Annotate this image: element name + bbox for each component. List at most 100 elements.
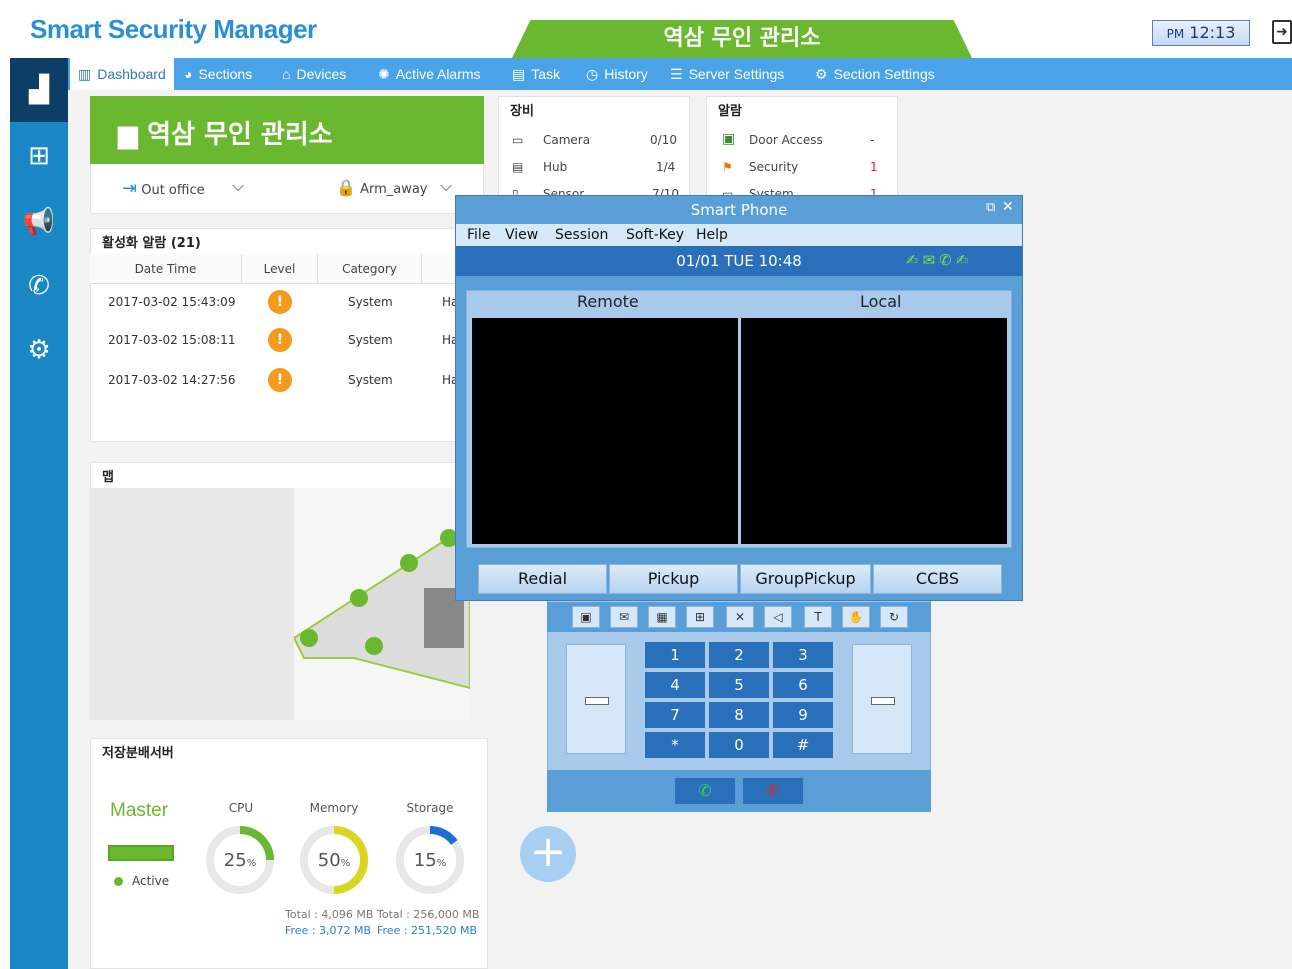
remote-video bbox=[472, 318, 738, 544]
key-1[interactable]: 1 bbox=[645, 642, 705, 668]
sidebar-phone-icon[interactable]: ✆ bbox=[10, 254, 68, 318]
key-hash[interactable]: # bbox=[773, 732, 833, 758]
key-0[interactable]: 0 bbox=[709, 732, 769, 758]
speaker-volume-slider[interactable] bbox=[852, 644, 912, 754]
equipment-title: 장비 bbox=[510, 104, 534, 119]
answer-call-icon[interactable]: ✆ bbox=[675, 778, 735, 804]
call-bar bbox=[547, 770, 931, 812]
chevron-down-icon[interactable]: ⌵ bbox=[232, 176, 244, 196]
mic-volume-slider[interactable] bbox=[566, 644, 626, 754]
camera-icon: ▭ bbox=[512, 133, 524, 147]
alarm-category: System bbox=[348, 295, 393, 309]
nav-dashboard[interactable]: ▥ Dashboard bbox=[70, 58, 174, 90]
nav-label: Active Alarms bbox=[395, 66, 481, 82]
mute-mic-icon[interactable]: ✕ bbox=[726, 606, 754, 628]
nav-label: History bbox=[604, 66, 648, 82]
menu-session[interactable]: Session bbox=[555, 224, 608, 246]
map-title: 맵 bbox=[102, 470, 114, 485]
sidebar-dashboard-icon[interactable]: ▟ bbox=[10, 58, 68, 122]
phone-title[interactable]: Smart Phone bbox=[456, 196, 1022, 224]
clock-time: 12:13 bbox=[1189, 23, 1236, 42]
redial-button[interactable]: Redial bbox=[478, 564, 607, 594]
hub-icon: ▤ bbox=[512, 160, 524, 174]
alarm-title: 알람 bbox=[718, 104, 742, 119]
key-3[interactable]: 3 bbox=[773, 642, 833, 668]
nav-server-settings[interactable]: ☰ Server Settings bbox=[670, 58, 784, 90]
restore-icon[interactable]: ⧉ bbox=[986, 200, 995, 215]
sidebar-megaphone-icon[interactable]: 📢 bbox=[10, 190, 68, 254]
column-header[interactable]: Category bbox=[318, 254, 422, 284]
menu-file[interactable]: File bbox=[467, 224, 490, 246]
key-7[interactable]: 7 bbox=[645, 702, 705, 728]
storage-value: 15% bbox=[394, 850, 466, 871]
key-4[interactable]: 4 bbox=[645, 672, 705, 698]
column-header[interactable]: Date Time bbox=[90, 254, 242, 284]
alarm-name: Door Access bbox=[749, 133, 823, 147]
hangup-call-icon[interactable]: ✆ bbox=[743, 778, 803, 804]
menu-soft-key[interactable]: Soft-Key bbox=[626, 224, 684, 246]
key-5[interactable]: 5 bbox=[709, 672, 769, 698]
menu-view[interactable]: View bbox=[505, 224, 538, 246]
sidebar-sections-icon[interactable]: ⊞ bbox=[10, 124, 68, 188]
nav-task[interactable]: ▤ Task bbox=[512, 58, 560, 90]
key-9[interactable]: 9 bbox=[773, 702, 833, 728]
nav-label: Server Settings bbox=[688, 66, 785, 82]
storage-label: Storage bbox=[406, 801, 454, 815]
conference-icon[interactable]: ⊞ bbox=[686, 606, 714, 628]
map-floor[interactable] bbox=[292, 488, 493, 720]
nav-sections[interactable]: ◕ Sections bbox=[184, 58, 252, 90]
message-icon[interactable]: ✉ bbox=[610, 606, 638, 628]
sidebar-settings-icon[interactable]: ⚙ bbox=[10, 318, 68, 382]
building-icon: ▆ bbox=[118, 120, 138, 150]
equipment-value: 1/4 bbox=[656, 160, 676, 174]
app-title: Smart Security Manager bbox=[30, 14, 317, 44]
redial-icon[interactable]: ↻ bbox=[880, 606, 908, 628]
chevron-down-icon[interactable]: ⌵ bbox=[440, 176, 452, 196]
pickup-button[interactable]: Pickup bbox=[609, 564, 738, 594]
add-widget-button[interactable]: + bbox=[520, 826, 576, 882]
percent-sign: % bbox=[246, 858, 257, 869]
menu-help[interactable]: Help bbox=[696, 224, 728, 246]
column-header[interactable]: Level bbox=[242, 254, 318, 284]
logout-icon[interactable]: ➜ bbox=[1272, 20, 1292, 44]
equipment-value: 7/10 bbox=[652, 187, 679, 195]
equipment-name: Sensor bbox=[543, 187, 585, 195]
contact-icon[interactable]: ▣ bbox=[572, 606, 600, 628]
key-2[interactable]: 2 bbox=[709, 642, 769, 668]
mode-dropdown[interactable]: ⇥ Out office bbox=[122, 178, 205, 199]
local-video bbox=[741, 318, 1007, 544]
key-star[interactable]: * bbox=[645, 732, 705, 758]
lock-icon: 🔒 bbox=[336, 178, 356, 197]
arm-dropdown[interactable]: 🔒 Arm_away bbox=[336, 178, 428, 197]
ccbs-button[interactable]: CCBS bbox=[873, 564, 1002, 594]
phone-menu-bar bbox=[456, 224, 1022, 246]
server-name: Master bbox=[110, 800, 169, 821]
cpu-percent: 25 bbox=[223, 850, 247, 871]
key-6[interactable]: 6 bbox=[773, 672, 833, 698]
grid-icon[interactable]: ▦ bbox=[648, 606, 676, 628]
nav-history[interactable]: ◷ History bbox=[586, 58, 648, 90]
nav-active-alarms[interactable]: ✺ Active Alarms bbox=[378, 58, 481, 90]
site-tab[interactable]: 역삼 무인 관리소 bbox=[512, 20, 972, 58]
alarm-category: System bbox=[348, 333, 393, 347]
alarm-value: 1 bbox=[870, 160, 878, 174]
group-pickup-button[interactable]: GroupPickup bbox=[740, 564, 871, 594]
percent-sign: % bbox=[436, 858, 447, 869]
nav-devices[interactable]: ⌂ Devices bbox=[282, 58, 346, 90]
alarm-name: Security bbox=[749, 160, 799, 174]
transfer-icon[interactable]: T bbox=[804, 606, 832, 628]
mode-label: Out office bbox=[141, 183, 205, 198]
nav-section-settings[interactable]: ⚙ Section Settings bbox=[815, 58, 935, 90]
memory-free: Free : 3,072 MB bbox=[285, 924, 372, 937]
hold-icon[interactable]: ✋ bbox=[842, 606, 870, 628]
alarm-name: System bbox=[749, 187, 794, 195]
close-icon[interactable]: ✕ bbox=[1002, 199, 1014, 215]
key-8[interactable]: 8 bbox=[709, 702, 769, 728]
door-access-icon: ▣ bbox=[722, 131, 736, 147]
sections-icon: ◕ bbox=[184, 66, 193, 82]
clock-ampm: PM bbox=[1166, 27, 1185, 41]
status-dot-icon bbox=[114, 877, 123, 886]
mute-speaker-icon[interactable]: ◁ bbox=[764, 606, 792, 628]
security-icon: ⚑ bbox=[722, 160, 733, 174]
storage-title: 저장분배서버 bbox=[102, 746, 174, 761]
